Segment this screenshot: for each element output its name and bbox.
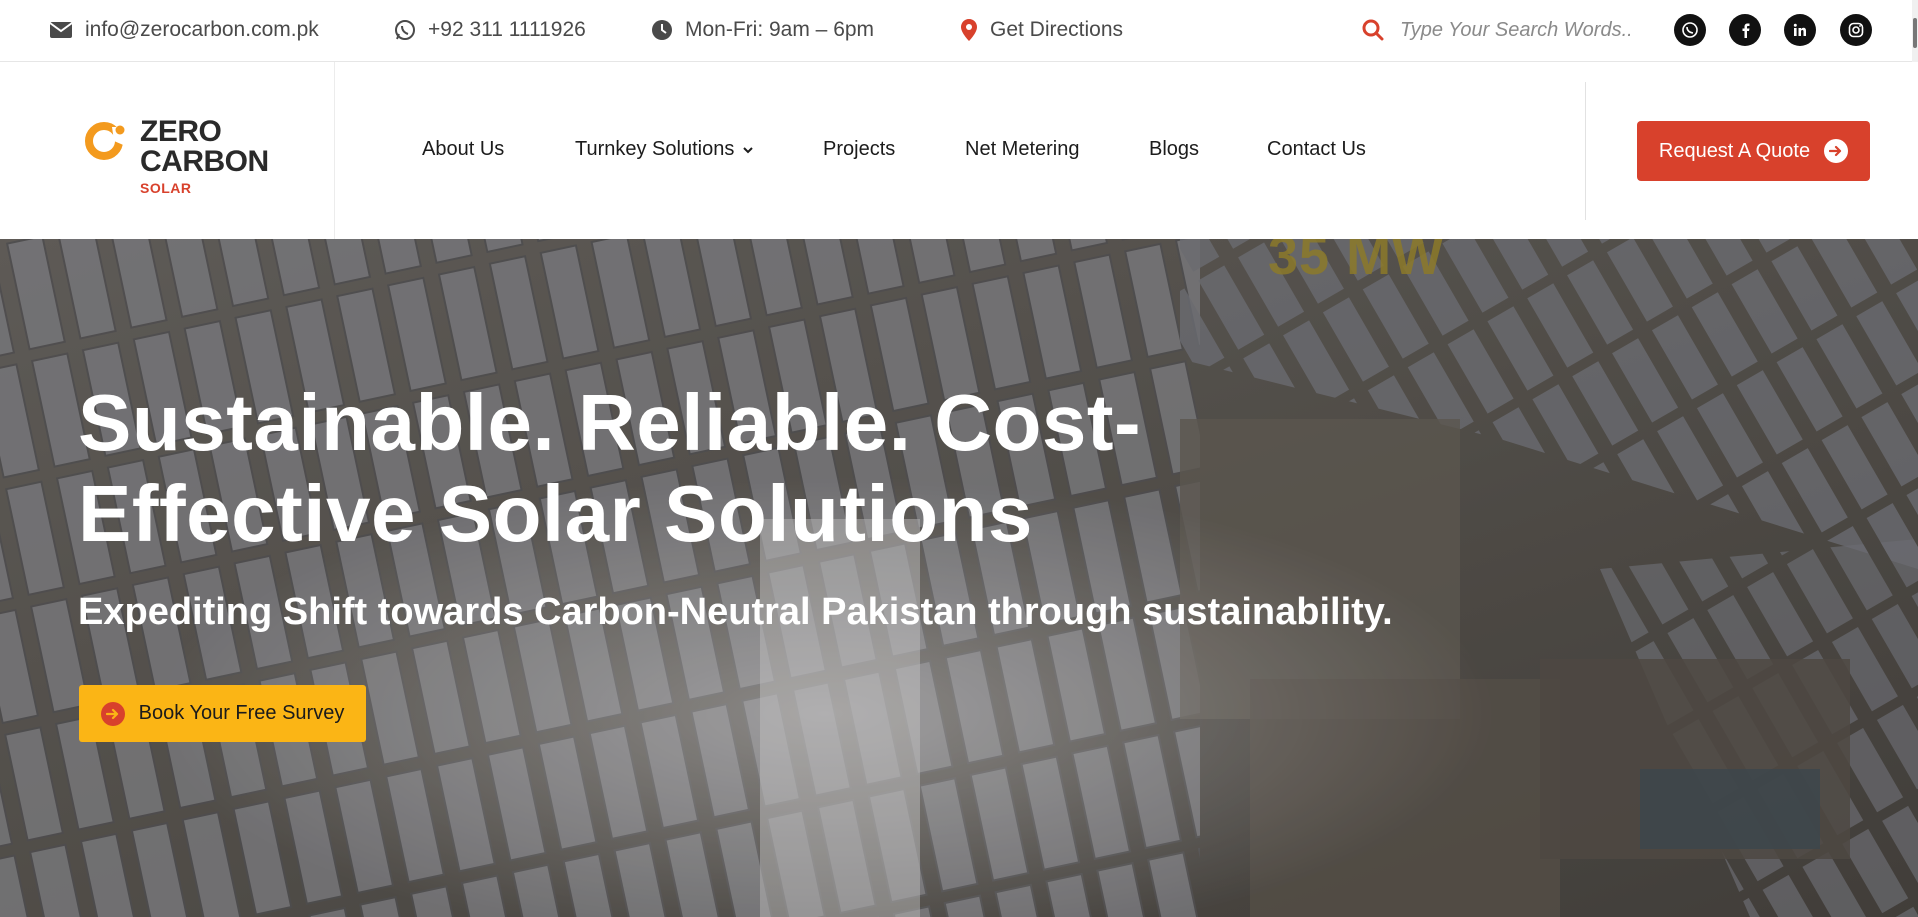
search-box xyxy=(1362,0,1630,60)
nav-label: About Us xyxy=(422,138,505,160)
nav-label: Contact Us xyxy=(1267,138,1366,160)
request-quote-button[interactable]: Request A Quote xyxy=(1637,121,1870,181)
search-icon[interactable] xyxy=(1362,19,1384,41)
nav-label: Net Metering xyxy=(965,138,1080,160)
search-input[interactable] xyxy=(1400,18,1630,42)
arrow-right-icon xyxy=(1824,139,1849,163)
logo-ring-icon xyxy=(85,122,128,160)
hours-text: Mon-Fri: 9am – 6pm xyxy=(685,18,875,41)
whatsapp-icon xyxy=(395,20,415,40)
phone-link[interactable]: +92 311 1111926 xyxy=(394,0,586,60)
nav-projects[interactable]: Projects xyxy=(823,138,895,161)
linkedin-social-button[interactable] xyxy=(1784,14,1816,46)
facebook-social-button[interactable] xyxy=(1729,14,1761,46)
top-info-bar: info@zerocarbon.com.pk +92 311 1111926 M… xyxy=(0,0,1918,62)
site-logo[interactable]: ZERO CARBON SOLAR xyxy=(82,117,269,195)
logo-line-2: CARBON xyxy=(140,145,269,178)
arrow-right-icon xyxy=(100,701,125,726)
email-link[interactable]: info@zerocarbon.com.pk xyxy=(49,0,319,60)
book-survey-button[interactable]: Book Your Free Survey xyxy=(79,685,366,742)
nav-label: Turnkey Solutions xyxy=(575,138,735,160)
instagram-icon xyxy=(1848,22,1864,38)
request-quote-label: Request A Quote xyxy=(1658,139,1811,162)
whatsapp-social-button[interactable] xyxy=(1674,14,1706,46)
hero-dark-overlay xyxy=(0,239,1918,917)
hero-section: 35 MW Sustainable. Reliable. Cost-Effect… xyxy=(0,239,1918,917)
logo-line-1: ZERO xyxy=(140,115,222,148)
nav-turnkey-solutions[interactable]: Turnkey Solutions xyxy=(575,138,754,161)
clock-icon xyxy=(652,20,672,40)
header-divider xyxy=(1585,82,1586,220)
map-pin-icon xyxy=(961,19,977,41)
logo-wordmark: ZERO CARBON SOLAR xyxy=(140,115,269,196)
scrollbar-thumb[interactable] xyxy=(1913,18,1917,48)
nav-contact-us[interactable]: Contact Us xyxy=(1267,138,1366,161)
email-text: info@zerocarbon.com.pk xyxy=(85,18,319,41)
chevron-down-icon xyxy=(743,146,754,153)
linkedin-icon xyxy=(1793,23,1806,36)
book-survey-label: Book Your Free Survey xyxy=(138,702,345,724)
whatsapp-icon xyxy=(1682,22,1698,38)
hero-capacity-label: 35 MW xyxy=(1268,239,1445,286)
directions-text: Get Directions xyxy=(990,18,1124,41)
logo-line-3: SOLAR xyxy=(140,180,192,196)
nav-net-metering[interactable]: Net Metering xyxy=(965,138,1080,161)
instagram-social-button[interactable] xyxy=(1840,14,1872,46)
hero-subtitle: Expediting Shift towards Carbon-Neutral … xyxy=(78,591,1393,633)
facebook-icon xyxy=(1742,23,1750,38)
directions-link[interactable]: Get Directions xyxy=(960,0,1123,60)
hero-title: Sustainable. Reliable. Cost-Effective So… xyxy=(78,378,1142,558)
main-header: ZERO CARBON SOLAR About Us Turnkey Solut… xyxy=(0,62,1918,239)
nav-blogs[interactable]: Blogs xyxy=(1149,138,1199,161)
nav-about-us[interactable]: About Us xyxy=(422,138,504,161)
business-hours: Mon-Fri: 9am – 6pm xyxy=(651,0,874,60)
logo-cell: ZERO CARBON SOLAR xyxy=(0,62,335,239)
nav-label: Projects xyxy=(823,138,896,160)
phone-text: +92 311 1111926 xyxy=(428,18,586,41)
envelope-icon xyxy=(49,22,73,38)
nav-label: Blogs xyxy=(1149,138,1200,160)
